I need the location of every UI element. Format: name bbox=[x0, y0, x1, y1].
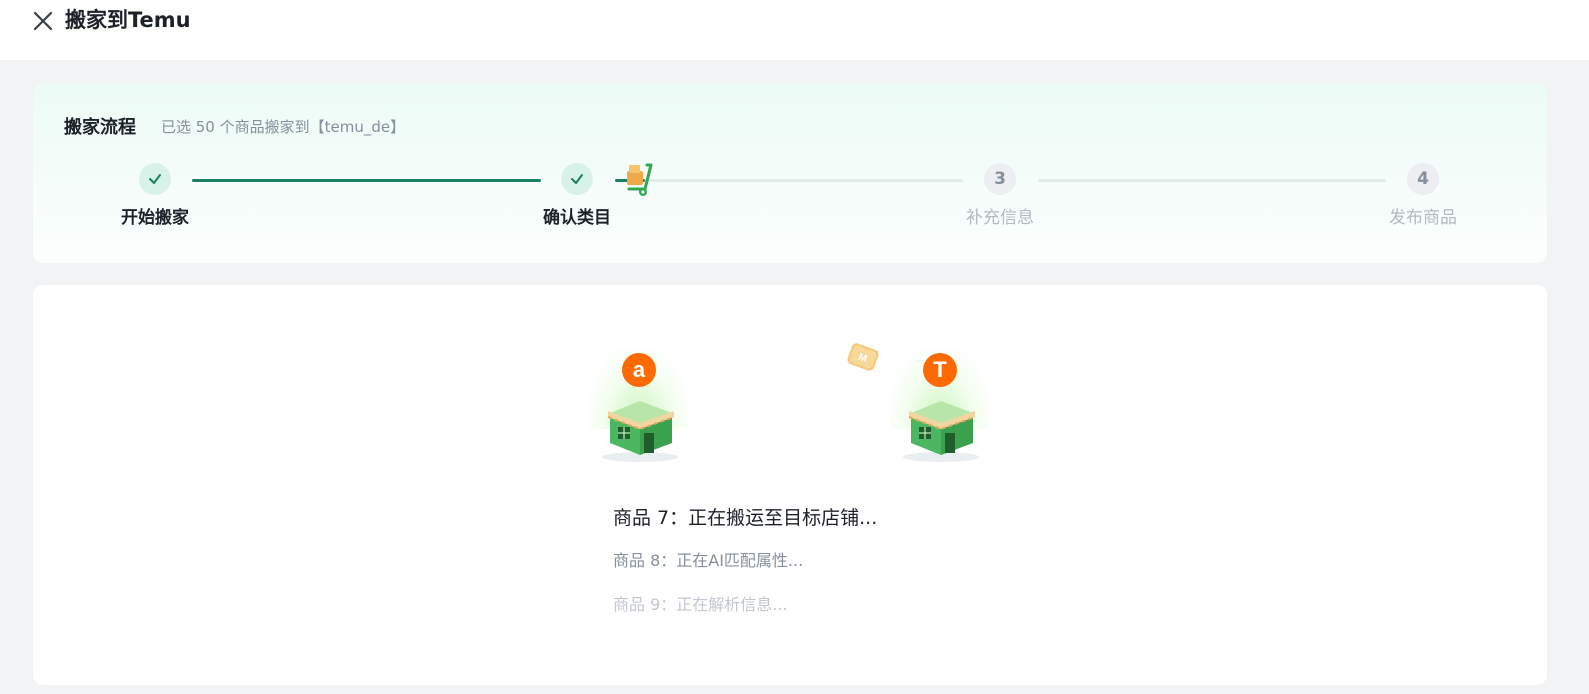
step-connector-1 bbox=[192, 179, 541, 182]
step-publish-product: 4 发布商品 bbox=[1363, 163, 1483, 228]
flow-title: 搬家流程 bbox=[64, 117, 136, 138]
check-icon bbox=[139, 163, 171, 195]
step-supplement-info: 3 补充信息 bbox=[940, 163, 1060, 228]
progress-item-current: 商品 7：正在搬运至目标店铺... bbox=[613, 507, 878, 529]
amazon-logo-icon: a bbox=[622, 353, 656, 387]
amazon-store-icon: a bbox=[584, 349, 694, 479]
progress-item-queued: 商品 9：正在解析信息... bbox=[613, 595, 788, 614]
step-connector-2-remaining bbox=[645, 179, 963, 182]
check-icon bbox=[561, 163, 593, 195]
flow-subtitle: 已选 50 个商品搬家到【temu_de】 bbox=[161, 118, 406, 136]
migration-flow-card: 搬家流程 已选 50 个商品搬家到【temu_de】 开始搬家 确认类目 3 补… bbox=[33, 83, 1547, 263]
step-label: 确认类目 bbox=[543, 208, 611, 228]
price-tag-icon: M bbox=[845, 342, 881, 372]
close-icon[interactable] bbox=[30, 8, 56, 34]
step-number: 3 bbox=[984, 163, 1016, 195]
hand-truck-icon bbox=[621, 163, 661, 199]
top-bar: 搬家到Temu bbox=[0, 0, 1589, 60]
progress-item-next: 商品 8：正在AI匹配属性... bbox=[613, 551, 804, 570]
temu-store-icon: T bbox=[885, 349, 995, 479]
temu-logo-icon: T bbox=[923, 353, 957, 387]
step-label: 开始搬家 bbox=[121, 208, 189, 228]
step-number: 4 bbox=[1407, 163, 1439, 195]
step-label: 补充信息 bbox=[966, 208, 1034, 228]
migration-progress-card: a M T 商品 7：正在搬运至目标店铺... 商品 8：正在AI匹配属性...… bbox=[33, 285, 1547, 685]
step-start-migration: 开始搬家 bbox=[95, 163, 215, 228]
step-connector-3 bbox=[1038, 179, 1386, 182]
step-confirm-category: 确认类目 bbox=[517, 163, 637, 228]
step-label: 发布商品 bbox=[1389, 208, 1457, 228]
page-title: 搬家到Temu bbox=[65, 8, 191, 32]
